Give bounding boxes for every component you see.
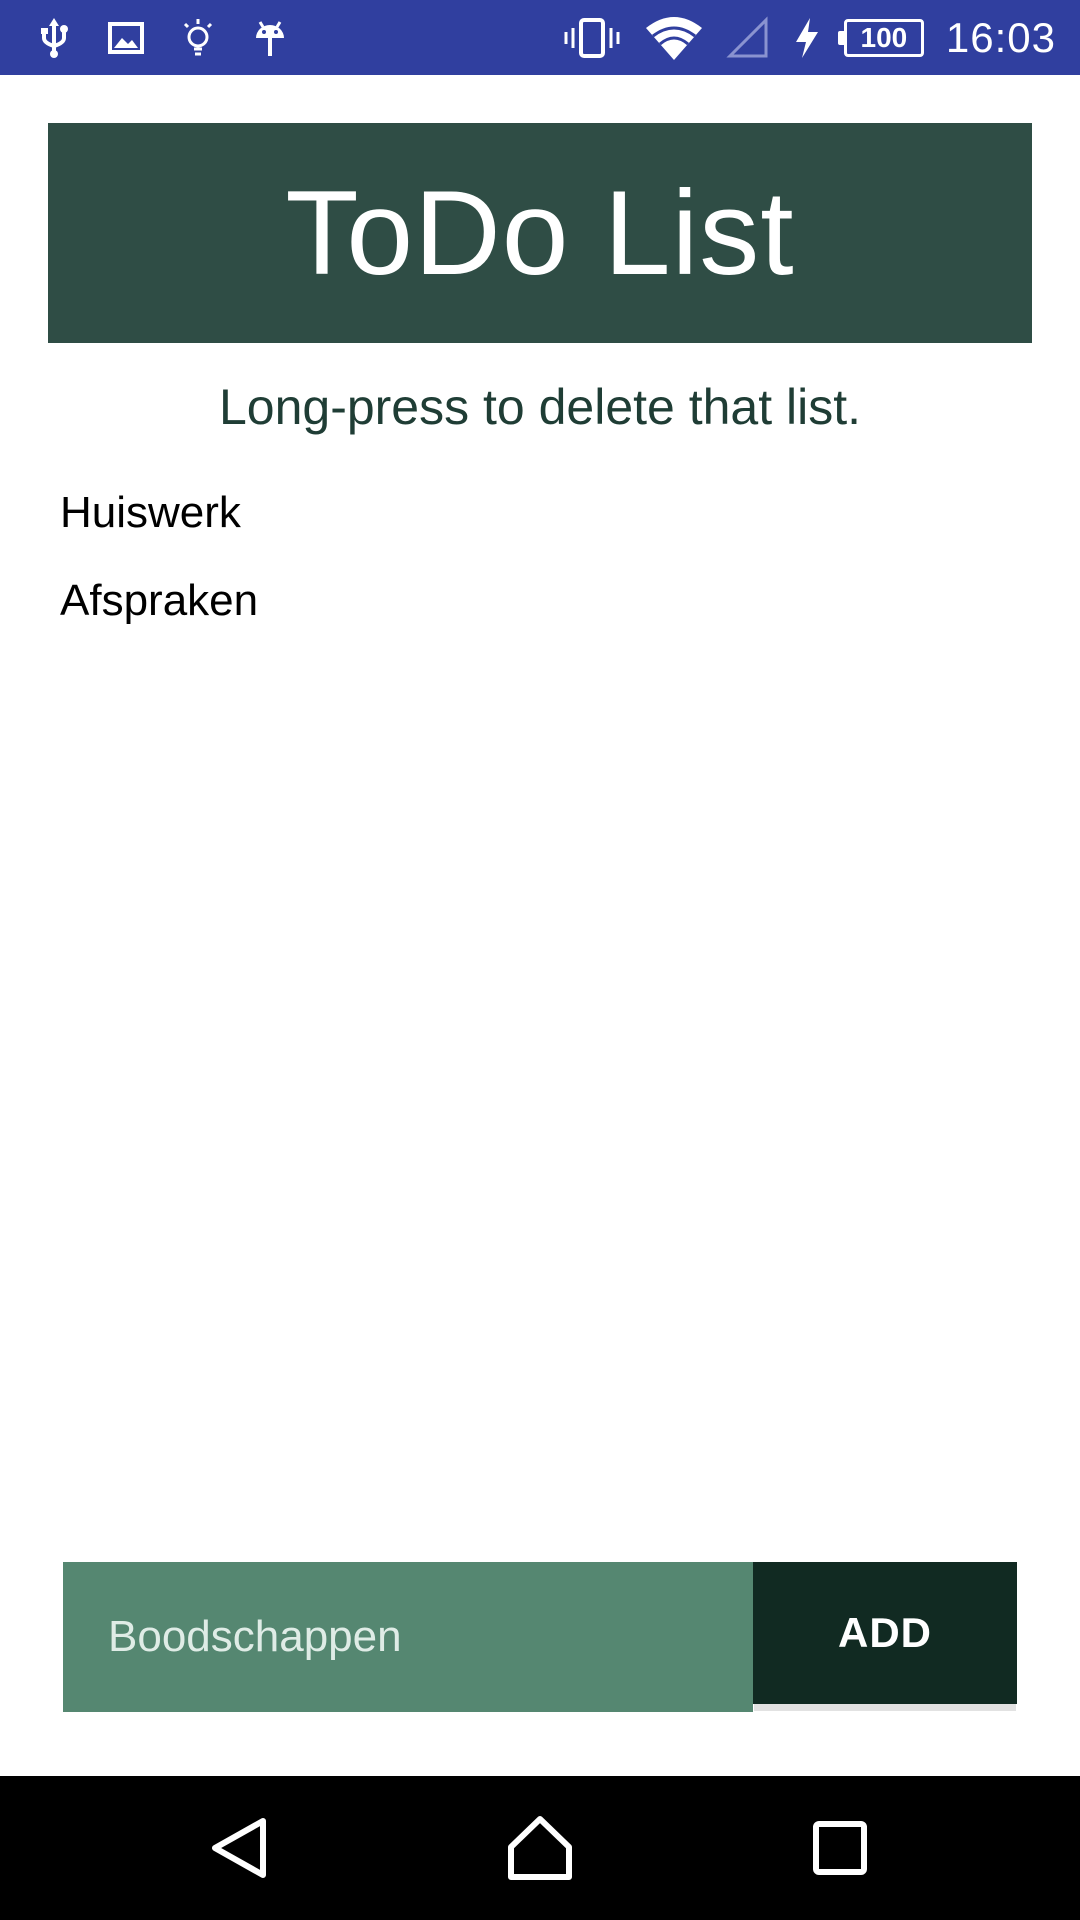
android-icon	[256, 20, 284, 56]
list-item[interactable]: Afspraken	[60, 576, 258, 626]
battery-indicator: 100	[837, 18, 924, 57]
add-button[interactable]: ADD	[753, 1562, 1017, 1704]
lightbulb-icon	[183, 18, 213, 55]
back-icon	[212, 1818, 266, 1878]
home-icon	[508, 1816, 572, 1880]
charging-icon	[795, 17, 818, 58]
new-list-input[interactable]	[63, 1562, 753, 1712]
image-icon	[108, 21, 144, 54]
recents-icon	[813, 1821, 867, 1875]
wifi-icon	[645, 16, 702, 60]
vibrate-icon	[564, 17, 620, 58]
status-bar-system: 100 16:03	[562, 0, 1056, 75]
recents-button[interactable]	[790, 1798, 890, 1898]
home-button[interactable]	[490, 1798, 590, 1898]
status-bar: 100 16:03	[0, 0, 1080, 75]
page-title: ToDo List	[285, 166, 795, 300]
back-button[interactable]	[190, 1798, 290, 1898]
header-banner: ToDo List	[48, 123, 1032, 343]
usb-icon	[41, 17, 68, 58]
navigation-bar	[0, 1776, 1080, 1920]
delete-hint: Long-press to delete that list.	[218, 379, 862, 435]
signal-icon	[726, 15, 768, 57]
clock: 16:03	[945, 13, 1056, 61]
status-bar-notifications	[32, 0, 292, 75]
list-item[interactable]: Huiswerk	[60, 488, 241, 538]
